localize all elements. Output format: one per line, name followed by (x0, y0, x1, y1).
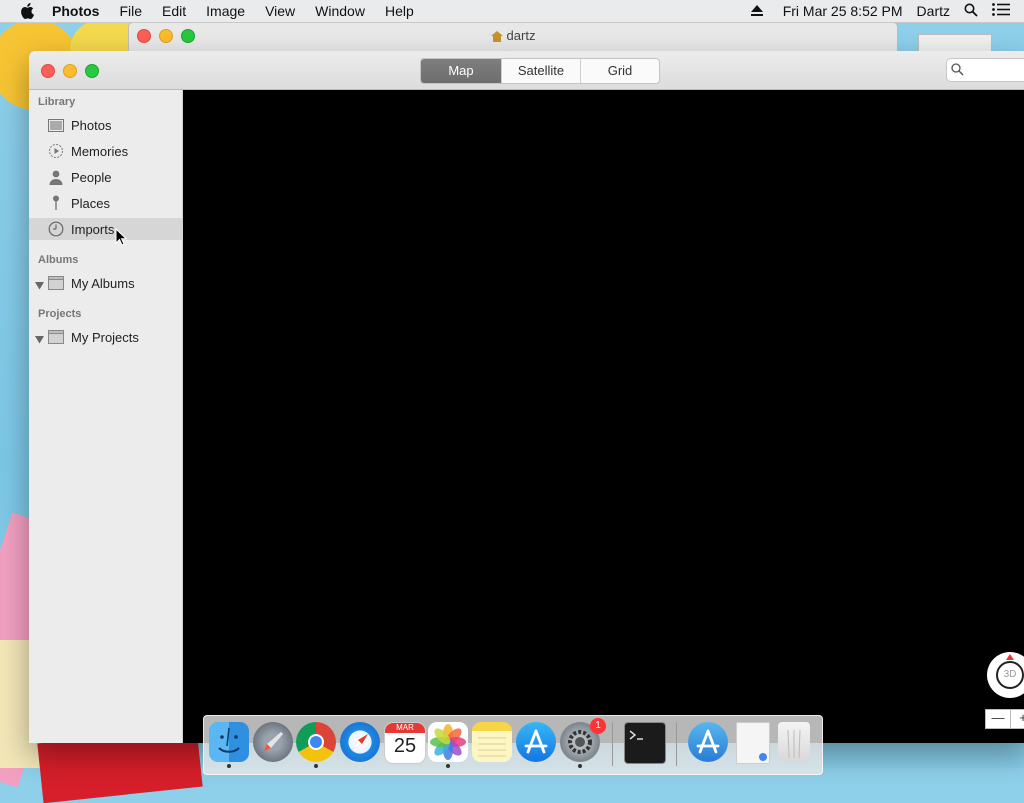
tab-satellite[interactable]: Satellite (502, 59, 581, 83)
menu-file[interactable]: File (119, 3, 142, 19)
menu-bar: Photos File Edit Image View Window Help … (0, 0, 1024, 23)
calendar-month-label: MAR (385, 723, 425, 733)
sidebar-item-memories[interactable]: Memories (29, 140, 182, 162)
calendar-day-label: 25 (393, 735, 417, 757)
app-store-icon[interactable] (516, 722, 556, 762)
memories-icon (47, 143, 65, 159)
running-indicator (446, 764, 450, 768)
bg-window-title-text: dartz (506, 28, 536, 43)
apple-menu-icon[interactable] (20, 3, 36, 19)
compass-north-icon (1006, 654, 1014, 660)
dock-separator (612, 722, 613, 766)
zoom-button[interactable] (85, 64, 99, 78)
menubar-clock[interactable]: Fri Mar 25 8:52 PM (783, 3, 903, 19)
trash-icon[interactable] (778, 722, 810, 762)
folder-icon (47, 275, 65, 291)
home-folder-icon (490, 30, 503, 45)
menu-help[interactable]: Help (385, 3, 414, 19)
compass-3d-label: 3D (996, 661, 1024, 689)
section-header-projects: Projects (38, 308, 82, 320)
sidebar-item-imports[interactable]: Imports (29, 218, 182, 240)
menu-app-name[interactable]: Photos (52, 3, 99, 19)
calendar-icon[interactable]: MAR 25 (384, 722, 426, 764)
zoom-in-button[interactable]: + (1010, 709, 1024, 729)
notification-badge: 1 (590, 718, 606, 734)
photos-app-icon[interactable] (428, 722, 468, 762)
system-preferences-icon[interactable]: 1 (560, 718, 606, 762)
sidebar-item-label: Photos (71, 117, 112, 133)
sidebar-item-photos[interactable]: Photos (29, 114, 182, 136)
bg-window-title: dartz (129, 28, 897, 45)
chrome-icon[interactable] (296, 722, 336, 762)
running-indicator (578, 764, 582, 768)
folder-icon (47, 329, 65, 345)
disclosure-triangle-icon[interactable] (35, 278, 44, 293)
tab-map[interactable]: Map (421, 59, 502, 83)
section-header-albums: Albums (38, 254, 79, 266)
sidebar-item-my-albums[interactable]: My Albums (29, 272, 182, 294)
sidebar-item-label: My Projects (71, 329, 139, 345)
section-header-library: Library (38, 96, 76, 108)
search-input[interactable] (946, 58, 1024, 82)
sidebar-item-label: Places (71, 195, 111, 211)
notification-center-icon[interactable] (992, 3, 1010, 19)
dock: MAR 25 1 (203, 715, 823, 775)
sidebar-item-my-projects[interactable]: My Projects (29, 326, 182, 348)
view-mode-segmented-control: Map Satellite Grid (420, 58, 660, 84)
zoom-out-button[interactable]: — (985, 709, 1011, 729)
eject-icon[interactable] (750, 3, 763, 19)
running-indicator (314, 764, 318, 768)
photos-icon (47, 117, 65, 133)
map-view[interactable] (183, 90, 1024, 743)
dock-separator (676, 722, 677, 766)
disclosure-triangle-icon[interactable] (35, 332, 44, 347)
menu-image[interactable]: Image (206, 3, 245, 19)
sidebar-item-people[interactable]: People (29, 166, 182, 188)
sidebar-item-label: Imports (71, 221, 115, 237)
safari-icon[interactable] (340, 722, 380, 762)
sidebar-item-label: Memories (71, 143, 129, 159)
window-toolbar: Map Satellite Grid (29, 51, 1024, 90)
places-icon (47, 195, 65, 211)
sidebar-item-label: People (71, 169, 112, 185)
notes-icon[interactable] (472, 722, 512, 762)
sidebar: Library Photos Memories People Places Im… (29, 90, 183, 743)
running-indicator (227, 764, 231, 768)
people-icon (47, 169, 65, 185)
applications-folder-icon[interactable] (688, 722, 728, 762)
search-icon (951, 63, 964, 79)
tab-grid[interactable]: Grid (581, 59, 659, 83)
mouse-cursor-icon (115, 227, 128, 249)
terminal-icon[interactable] (624, 722, 666, 764)
imports-icon (47, 221, 65, 237)
sidebar-item-label: My Albums (71, 275, 135, 291)
spotlight-search-icon[interactable] (964, 3, 978, 20)
menu-window[interactable]: Window (315, 3, 365, 19)
sidebar-item-places[interactable]: Places (29, 192, 182, 214)
document-icon[interactable] (736, 722, 770, 764)
close-button[interactable] (41, 64, 55, 78)
menu-edit[interactable]: Edit (162, 3, 186, 19)
menu-view[interactable]: View (265, 3, 295, 19)
minimize-button[interactable] (63, 64, 77, 78)
photos-window: Map Satellite Grid Library Photos Memori… (29, 51, 1024, 743)
launchpad-icon[interactable] (253, 722, 293, 762)
finder-icon[interactable] (209, 722, 249, 762)
menubar-user[interactable]: Dartz (917, 3, 950, 19)
